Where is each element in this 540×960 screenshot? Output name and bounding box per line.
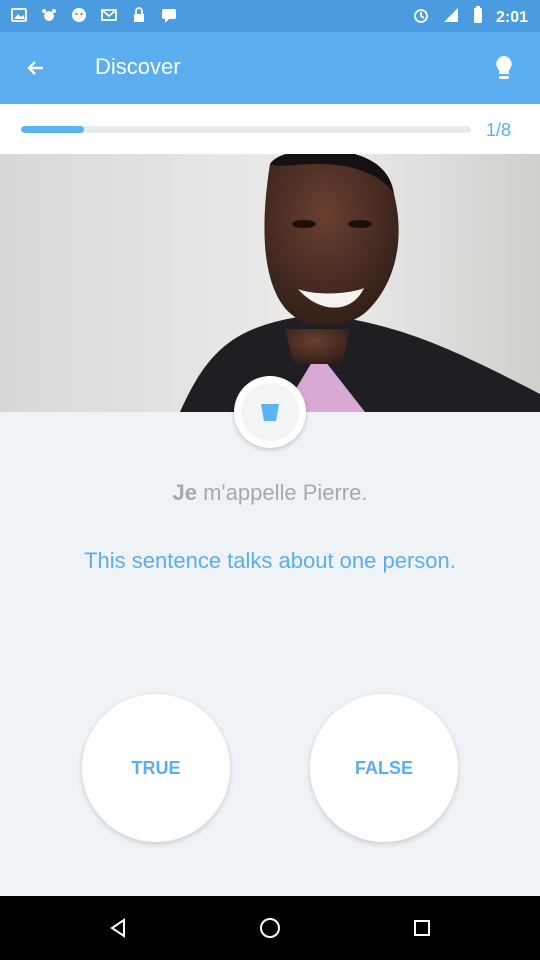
progress-section: 1/8 xyxy=(0,104,540,154)
lock-icon xyxy=(130,6,148,24)
lightbulb-icon[interactable] xyxy=(486,50,522,86)
mascot-icon xyxy=(70,6,88,24)
lesson-photo xyxy=(0,154,540,412)
page-title: Discover xyxy=(95,54,181,79)
system-navigation-bar xyxy=(0,896,540,960)
status-time: 2:01 xyxy=(495,8,528,26)
french-phrase: Je m'appelle Pierre. xyxy=(0,480,540,506)
phrase-rest: m'appelle Pierre. xyxy=(196,480,368,505)
home-nav-icon[interactable] xyxy=(250,908,290,948)
battery-icon xyxy=(472,6,484,29)
status-bar: 2:01 xyxy=(0,0,540,32)
question-text: This sentence talks about one person. xyxy=(84,548,456,573)
arrow-back-icon[interactable] xyxy=(18,50,54,86)
alarm-icon xyxy=(412,6,430,29)
pet-icon xyxy=(40,6,58,24)
chat-icon xyxy=(160,6,178,24)
play-audio-button[interactable] xyxy=(234,376,306,448)
back-nav-icon[interactable] xyxy=(98,908,138,948)
mail-icon xyxy=(100,6,118,24)
progress-fill xyxy=(21,126,84,133)
signal-icon xyxy=(442,6,460,29)
progress-bar xyxy=(21,126,471,133)
false-button[interactable]: FALSE xyxy=(310,694,458,842)
true-button[interactable]: TRUE xyxy=(82,694,230,842)
recents-nav-icon[interactable] xyxy=(402,908,442,948)
app-bar: Discover xyxy=(0,32,540,104)
phrase-highlight: Je xyxy=(172,480,197,505)
progress-text: 1/8 xyxy=(486,120,512,140)
gallery-icon xyxy=(10,6,28,24)
speaker-icon xyxy=(241,383,299,441)
